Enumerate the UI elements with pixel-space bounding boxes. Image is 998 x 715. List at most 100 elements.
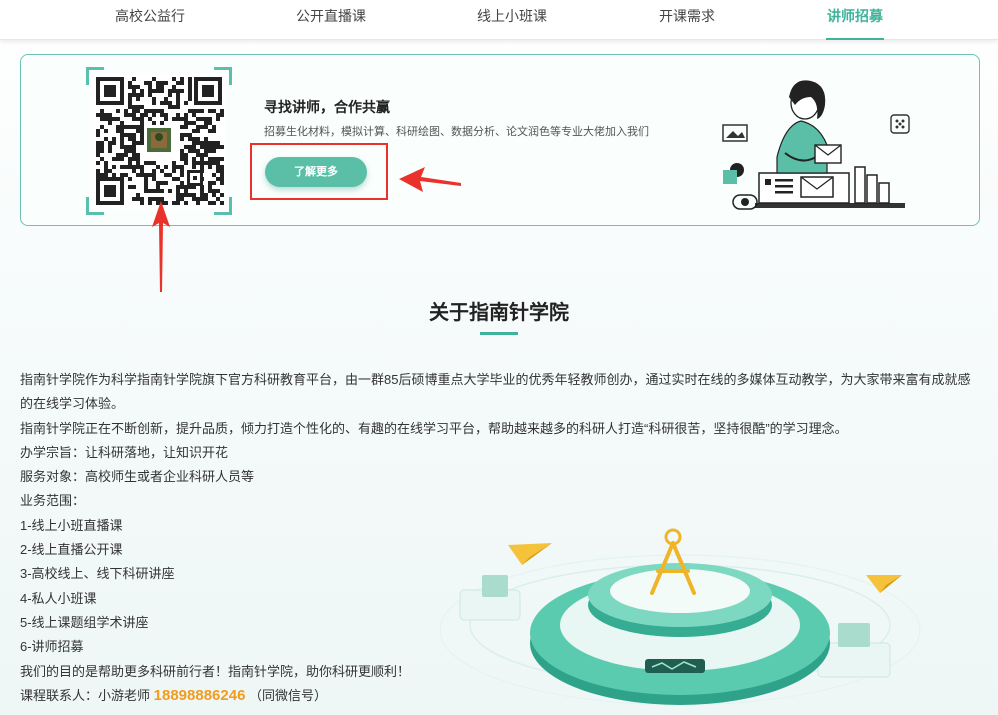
qr-module: [220, 157, 224, 161]
qr-module: [132, 137, 136, 141]
qr-module: [212, 129, 216, 133]
qr-module: [132, 125, 136, 129]
qr-module: [132, 197, 136, 201]
qr-module: [100, 145, 104, 149]
qr-module: [200, 141, 204, 145]
qr-module: [156, 85, 160, 89]
qr-module: [136, 85, 140, 89]
qr-module: [196, 153, 200, 157]
qr-module: [168, 189, 172, 193]
qr-module: [152, 89, 156, 93]
qr-module: [148, 85, 152, 89]
qr-module: [168, 89, 172, 93]
qr-module: [128, 93, 132, 97]
learn-more-button[interactable]: 了解更多: [265, 157, 367, 187]
qr-module: [96, 153, 100, 157]
qr-module: [172, 85, 176, 89]
qr-module: [140, 105, 144, 109]
qr-module: [124, 133, 128, 137]
qr-module: [132, 153, 136, 157]
qr-module: [120, 137, 124, 141]
nav-item-campus-charity[interactable]: 高校公益行: [110, 6, 190, 34]
qr-module: [136, 97, 140, 101]
qr-module: [100, 113, 104, 117]
qr-module: [120, 121, 124, 125]
nav-item-course-demand[interactable]: 开课需求: [653, 6, 721, 34]
qr-module: [192, 149, 196, 153]
qr-module: [188, 97, 192, 101]
qr-module: [112, 117, 116, 121]
qr-module: [184, 117, 188, 121]
qr-module: [204, 125, 208, 129]
about-title-underline: [480, 332, 518, 335]
qr-module: [128, 105, 132, 109]
qr-module: [100, 125, 104, 129]
qr-module: [212, 173, 216, 177]
qr-module: [208, 181, 212, 185]
qr-module: [160, 169, 164, 173]
qr-module: [196, 117, 200, 121]
qr-module: [164, 173, 168, 177]
qr-module: [104, 117, 108, 121]
qr-module: [136, 125, 140, 129]
qr-module: [148, 173, 152, 177]
qr-module: [132, 141, 136, 145]
qr-module: [220, 173, 224, 177]
qr-module: [192, 129, 196, 133]
qr-module: [152, 173, 156, 177]
qr-module: [176, 185, 180, 189]
qr-module: [140, 113, 144, 117]
qr-module: [152, 97, 156, 101]
qr-module: [176, 93, 180, 97]
qr-module: [176, 101, 180, 105]
qr-module: [212, 125, 216, 129]
qr-module: [148, 89, 152, 93]
qr-module: [136, 117, 140, 121]
qr-module: [124, 165, 128, 169]
qr-module: [208, 201, 212, 205]
qr-module: [188, 89, 192, 93]
qr-module: [132, 169, 136, 173]
qr-module: [96, 141, 100, 145]
qr-module: [156, 89, 160, 93]
qr-module: [220, 177, 224, 181]
qr-module: [208, 185, 212, 189]
qr-module: [116, 153, 120, 157]
nav-item-public-live[interactable]: 公开直播课: [291, 6, 371, 34]
qr-module: [132, 89, 136, 93]
qr-module: [192, 137, 196, 141]
qr-module: [176, 105, 180, 109]
qr-module: [180, 117, 184, 121]
about-paragraph-aim: 办学宗旨：让科研落地，让知识开花: [20, 444, 229, 460]
qr-module: [204, 137, 208, 141]
qr-module: [144, 185, 148, 189]
qr-module: [120, 145, 124, 149]
qr-module: [120, 173, 124, 177]
qr-module: [152, 189, 156, 193]
qr-module: [136, 173, 140, 177]
qr-module: [96, 129, 100, 133]
qr-module: [116, 117, 120, 121]
qr-module: [104, 165, 108, 169]
nav-item-online-class[interactable]: 线上小班课: [472, 6, 552, 34]
qr-module: [208, 145, 212, 149]
qr-module: [188, 145, 192, 149]
qr-module: [128, 165, 132, 169]
qr-module: [196, 129, 200, 133]
qr-module: [212, 149, 216, 153]
qr-module: [164, 101, 168, 105]
qr-module: [192, 113, 196, 117]
qr-module: [184, 201, 188, 205]
qr-module: [132, 117, 136, 121]
about-paragraph-audience: 服务对象：高校师生或者企业科研人员等: [20, 469, 255, 485]
qr-module: [148, 93, 152, 97]
qr-module: [148, 109, 152, 113]
qr-module: [148, 189, 152, 193]
qr-module: [208, 149, 212, 153]
qr-module: [108, 117, 112, 121]
qr-module: [128, 113, 132, 117]
nav-item-lecturer-recruit[interactable]: 讲师招募: [826, 6, 884, 40]
qr-module: [140, 169, 144, 173]
qr-module: [160, 89, 164, 93]
qr-module: [100, 141, 104, 145]
